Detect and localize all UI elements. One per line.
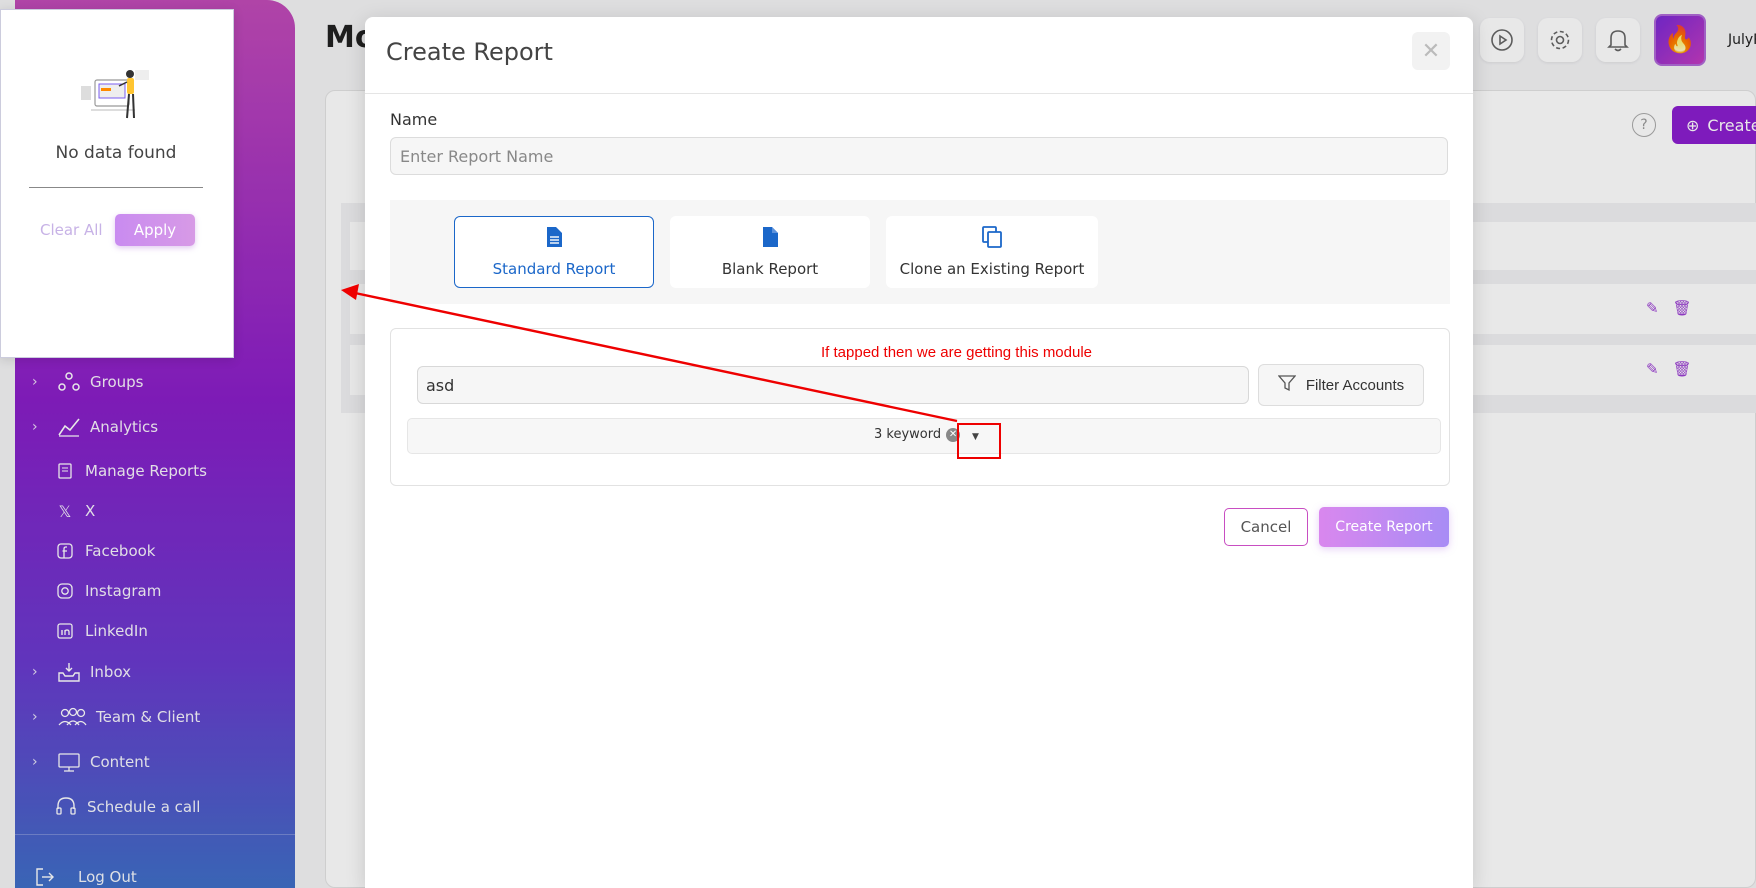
copy-icon: [982, 226, 1002, 252]
blank-document-icon: [761, 226, 779, 252]
empty-state-illustration: [79, 66, 151, 126]
report-type-selector: Standard Report Blank Report Clone an Ex…: [390, 200, 1450, 304]
modal-header: Create Report ✕: [365, 17, 1473, 94]
keyword-chip-label: 3 keyword: [874, 427, 942, 442]
close-icon: ✕: [1421, 38, 1441, 63]
report-type-label: Blank Report: [721, 260, 819, 278]
report-type-label: Standard Report: [492, 260, 616, 278]
report-name-input[interactable]: [390, 137, 1448, 175]
apply-button[interactable]: Apply: [115, 214, 195, 246]
create-report-modal: Create Report ✕ Name Standard Report Bla…: [365, 17, 1473, 888]
standard-report-option[interactable]: Standard Report: [454, 216, 654, 288]
filter-popup: No data found Clear All Apply: [0, 9, 234, 358]
annotation-text: If tapped then we are getting this modul…: [821, 344, 1093, 361]
cancel-button[interactable]: Cancel: [1224, 508, 1308, 546]
clear-all-button[interactable]: Clear All: [40, 221, 103, 239]
keyword-chip: 3 keyword ✕: [874, 427, 961, 442]
empty-state-text: No data found: [55, 143, 177, 163]
annotation-highlight-box: [957, 423, 1001, 459]
divider: [29, 187, 203, 188]
modal-title: Create Report: [386, 38, 553, 66]
filter-icon: [1277, 374, 1297, 396]
clone-report-option[interactable]: Clone an Existing Report: [886, 216, 1098, 288]
filter-accounts-button[interactable]: Filter Accounts: [1258, 364, 1424, 406]
filter-accounts-label: Filter Accounts: [1305, 376, 1405, 394]
name-label: Name: [390, 110, 438, 129]
close-button[interactable]: ✕: [1412, 32, 1450, 70]
search-input[interactable]: [417, 366, 1249, 404]
document-icon: [545, 226, 563, 252]
blank-report-option[interactable]: Blank Report: [670, 216, 870, 288]
keyword-panel: If tapped then we are getting this modul…: [390, 328, 1450, 486]
create-report-button[interactable]: Create Report: [1319, 507, 1449, 547]
keyword-selector[interactable]: 3 keyword ✕ ▼: [407, 418, 1441, 454]
report-type-label: Clone an Existing Report: [899, 260, 1085, 278]
